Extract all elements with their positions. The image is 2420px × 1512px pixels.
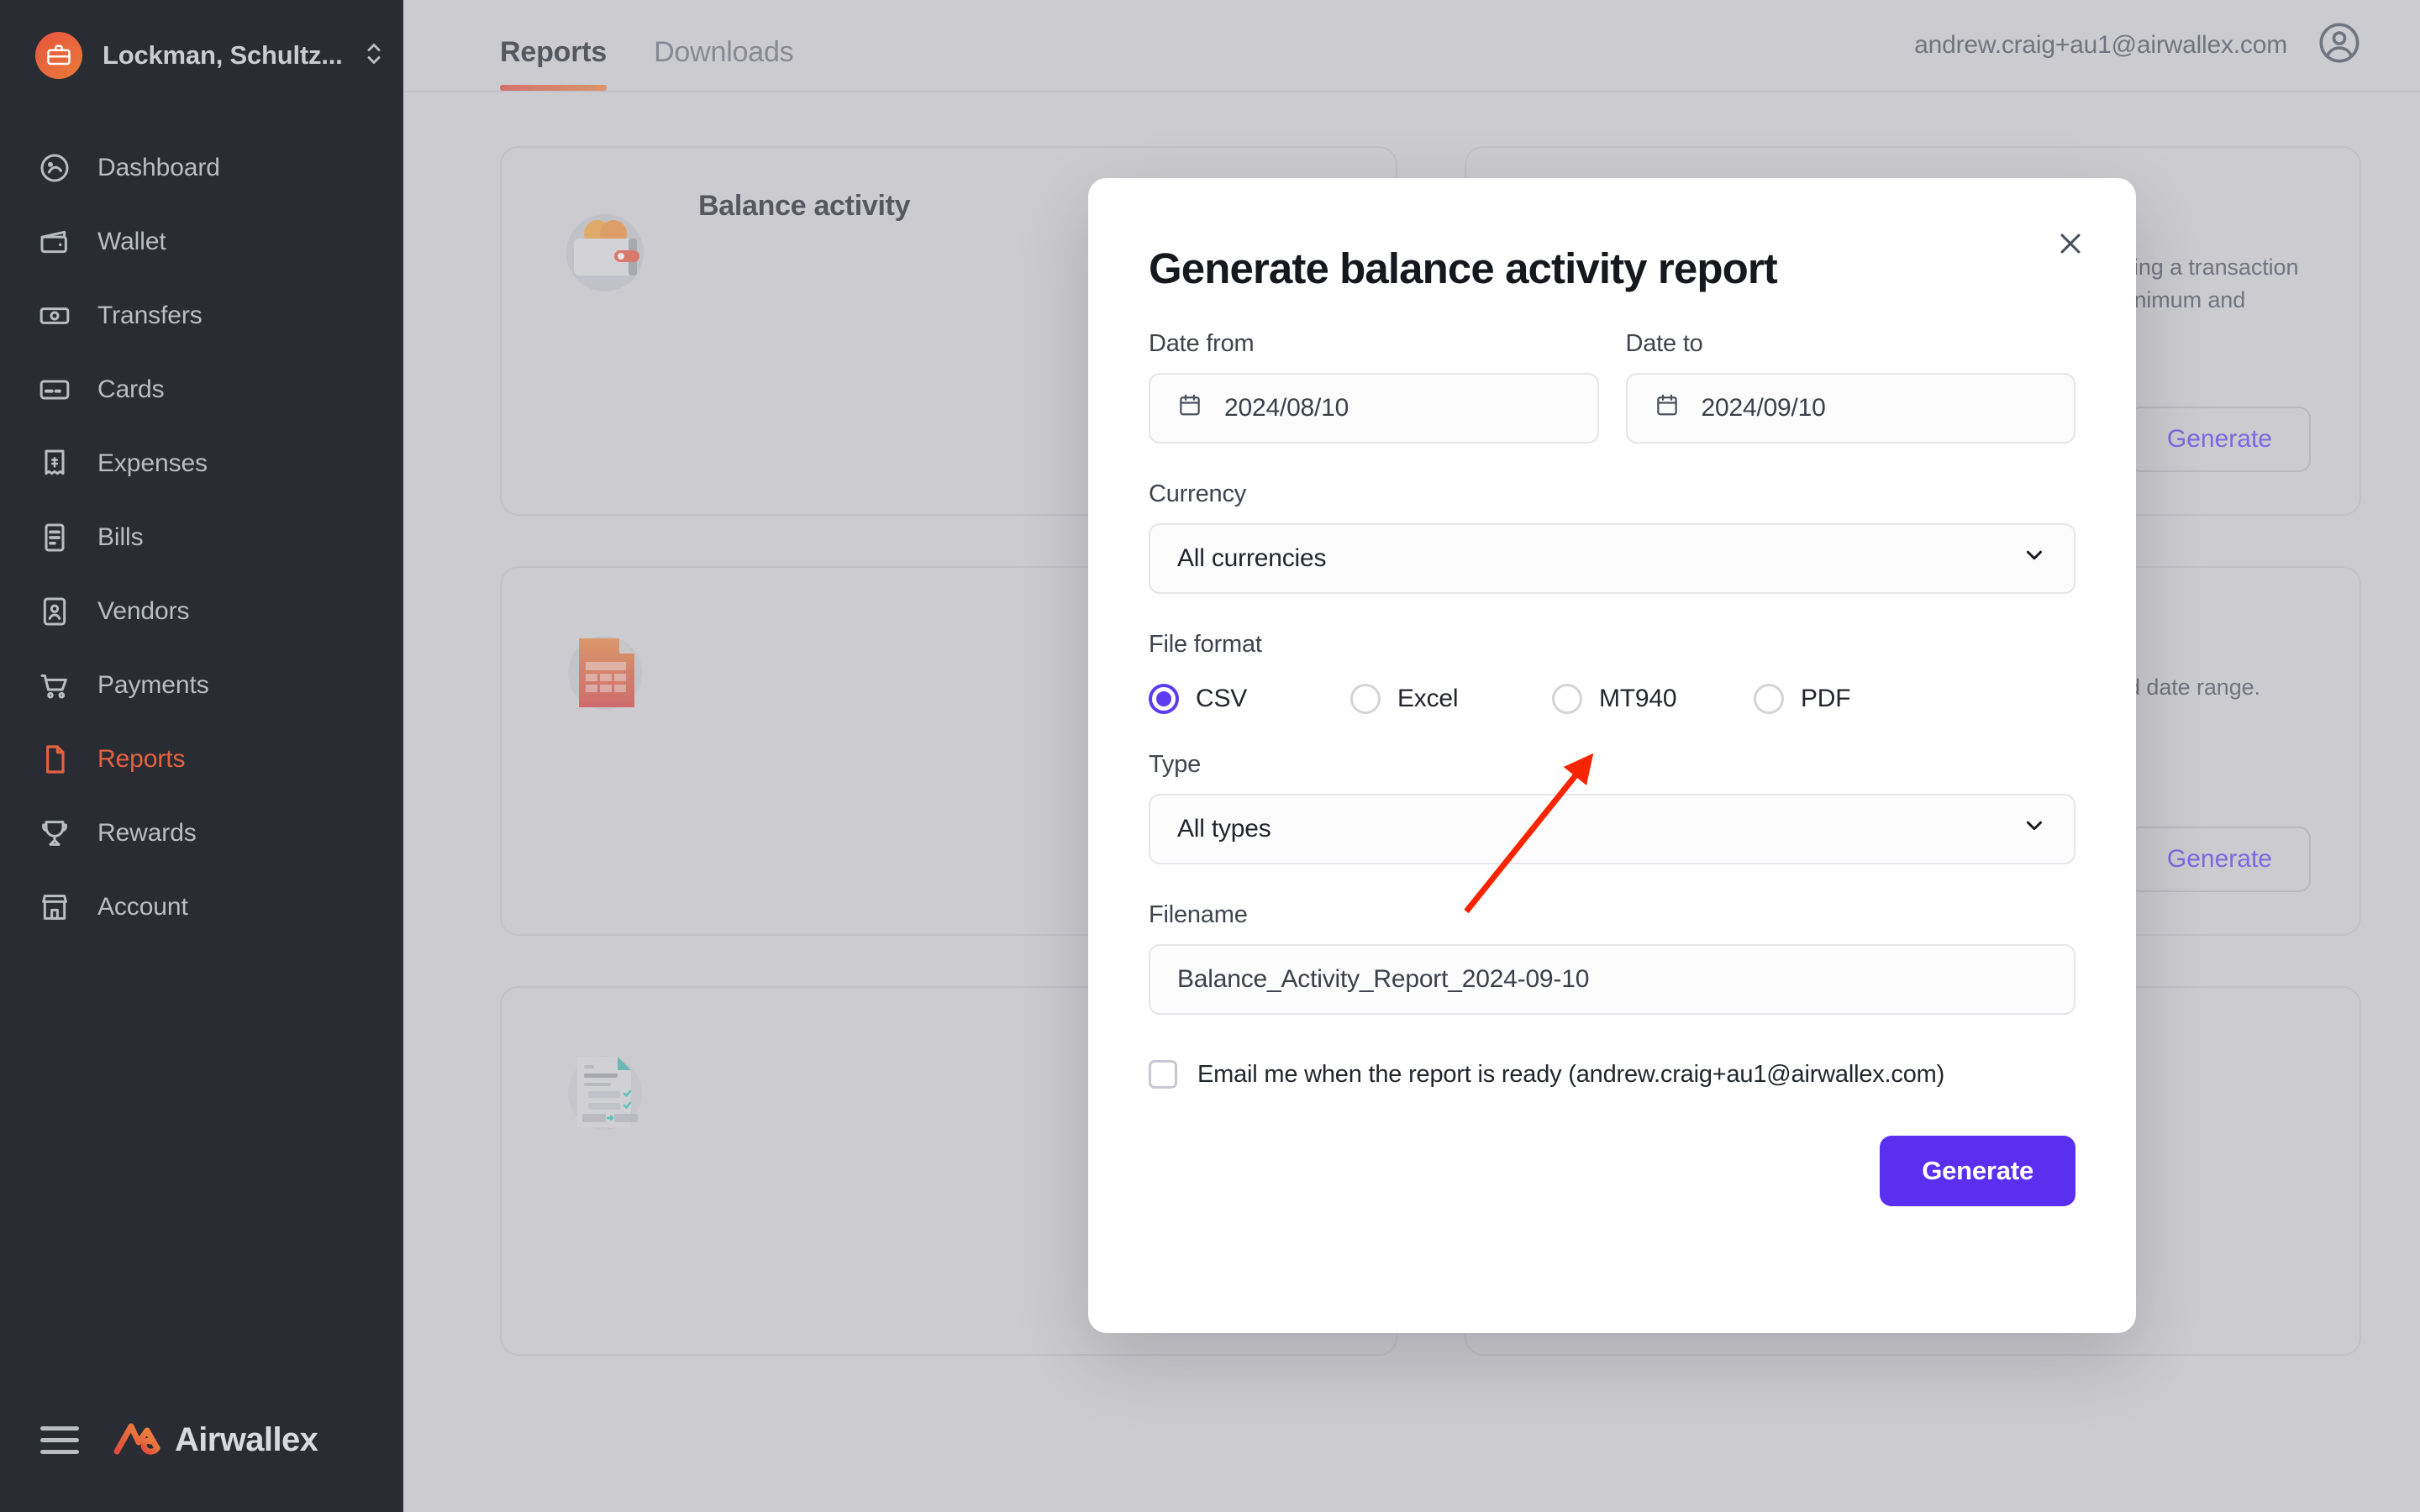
radio-label: PDF: [1801, 685, 1851, 712]
type-value: All types: [1177, 815, 1271, 843]
sidebar-item-label: Rewards: [97, 819, 197, 847]
submit-generate-button[interactable]: Generate: [1880, 1136, 2075, 1206]
card-icon: [35, 370, 74, 409]
sidebar-item-label: Bills: [97, 523, 144, 551]
gauge-icon: [35, 149, 74, 187]
main-content: Reports Downloads andrew.craig+au1@airwa…: [403, 0, 2420, 1512]
sidebar-item-label: Cards: [97, 375, 165, 403]
radio-label: CSV: [1196, 685, 1248, 712]
sidebar-item-account[interactable]: Account: [0, 870, 403, 944]
date-from-value: 2024/08/10: [1224, 394, 1349, 422]
receipt-icon: [35, 444, 74, 483]
document-icon: [35, 518, 74, 557]
radio-label: MT940: [1599, 685, 1677, 712]
email-notify-label: Email me when the report is ready (andre…: [1197, 1060, 1945, 1088]
radio-option-pdf[interactable]: PDF: [1754, 684, 1955, 714]
chevron-down-icon: [2022, 813, 2047, 845]
filename-field: Filename Balance_Activity_Report_2024-09…: [1149, 901, 2075, 1015]
filename-input[interactable]: Balance_Activity_Report_2024-09-10: [1149, 944, 2075, 1015]
sidebar-item-bills[interactable]: Bills: [0, 501, 403, 575]
generate-balance-activity-report-dialog: Generate balance activity report Date fr…: [1088, 178, 2136, 1333]
briefcase-icon: [35, 32, 82, 79]
file-format-field: File format CSV Excel MT940 PDF: [1149, 631, 2075, 714]
radio-label: Excel: [1397, 685, 1459, 712]
currency-select[interactable]: All currencies: [1149, 523, 2075, 594]
app-root: Lockman, Schultz... Dashboard Wallet Tra…: [0, 0, 2420, 1512]
date-from-label: Date from: [1149, 330, 1255, 357]
trophy-icon: [35, 814, 74, 853]
airwallex-brand: Airwallex: [113, 1420, 318, 1460]
type-field: Type All types: [1149, 751, 2075, 864]
sidebar-item-label: Reports: [97, 745, 186, 773]
org-switcher[interactable]: Lockman, Schultz...: [0, 0, 403, 79]
sidebar-item-expenses[interactable]: Expenses: [0, 427, 403, 501]
cart-icon: [35, 666, 74, 705]
radio-indicator: [1149, 684, 1179, 714]
date-from-field: Date from 2024/08/10: [1149, 330, 1599, 444]
sidebar-item-rewards[interactable]: Rewards: [0, 796, 403, 870]
radio-option-csv[interactable]: CSV: [1149, 684, 1350, 714]
sidebar-item-label: Payments: [97, 671, 209, 699]
wallet-icon: [35, 223, 74, 261]
radio-indicator: [1350, 684, 1381, 714]
banknote-icon: [35, 297, 74, 335]
sidebar: Lockman, Schultz... Dashboard Wallet Tra…: [0, 0, 403, 1512]
chevron-down-icon: [2022, 543, 2047, 575]
currency-value: All currencies: [1177, 544, 1327, 572]
date-to-input[interactable]: 2024/09/10: [1625, 373, 2075, 444]
date-to-label: Date to: [1625, 330, 1703, 357]
radio-indicator: [1754, 684, 1784, 714]
calendar-icon: [1655, 392, 1680, 424]
sidebar-item-label: Account: [97, 893, 188, 921]
airwallex-logo-icon: [113, 1420, 161, 1460]
email-notify-checkbox[interactable]: [1149, 1060, 1177, 1089]
sidebar-footer: Airwallex: [0, 1420, 403, 1512]
sidebar-item-transfers[interactable]: Transfers: [0, 279, 403, 353]
file-format-label: File format: [1149, 631, 1262, 658]
calendar-icon: [1177, 392, 1202, 424]
dialog-footer: Generate: [1149, 1136, 2075, 1206]
sidebar-item-label: Transfers: [97, 302, 203, 329]
sidebar-item-label: Vendors: [97, 597, 190, 625]
filename-label: Filename: [1149, 901, 1248, 928]
currency-label: Currency: [1149, 480, 1247, 507]
storefront-icon: [35, 888, 74, 927]
file-icon: [35, 740, 74, 779]
date-range-row: Date from 2024/08/10 Date to 2024/09/10: [1149, 330, 2075, 444]
sidebar-item-dashboard[interactable]: Dashboard: [0, 131, 403, 205]
contacts-icon: [35, 592, 74, 631]
date-to-field: Date to 2024/09/10: [1625, 330, 2075, 444]
close-icon[interactable]: [2044, 217, 2097, 270]
sidebar-item-reports[interactable]: Reports: [0, 722, 403, 796]
sidebar-item-label: Dashboard: [97, 154, 220, 181]
sidebar-item-wallet[interactable]: Wallet: [0, 205, 403, 279]
sidebar-item-label: Expenses: [97, 449, 208, 477]
email-notify-checkbox-row[interactable]: Email me when the report is ready (andre…: [1149, 1060, 2075, 1089]
brand-name: Airwallex: [175, 1421, 318, 1458]
filename-value: Balance_Activity_Report_2024-09-10: [1177, 965, 1590, 993]
date-to-value: 2024/09/10: [1701, 394, 1826, 422]
sidebar-item-payments[interactable]: Payments: [0, 648, 403, 722]
radio-option-excel[interactable]: Excel: [1350, 684, 1552, 714]
sidebar-item-vendors[interactable]: Vendors: [0, 575, 403, 648]
sidebar-item-cards[interactable]: Cards: [0, 353, 403, 427]
chevron-updown-icon[interactable]: [363, 39, 385, 73]
sidebar-item-label: Wallet: [97, 228, 166, 255]
file-format-radio-group: CSV Excel MT940 PDF: [1149, 684, 2075, 714]
org-name: Lockman, Schultz...: [103, 40, 343, 70]
currency-field: Currency All currencies: [1149, 480, 2075, 594]
radio-option-mt940[interactable]: MT940: [1552, 684, 1754, 714]
type-select[interactable]: All types: [1149, 794, 2075, 864]
dialog-title: Generate balance activity report: [1149, 244, 1778, 292]
hamburger-icon[interactable]: [40, 1426, 79, 1454]
date-from-input[interactable]: 2024/08/10: [1149, 373, 1599, 444]
sidebar-nav: Dashboard Wallet Transfers Cards Expense…: [0, 131, 403, 944]
type-label: Type: [1149, 751, 1202, 778]
radio-indicator: [1552, 684, 1582, 714]
